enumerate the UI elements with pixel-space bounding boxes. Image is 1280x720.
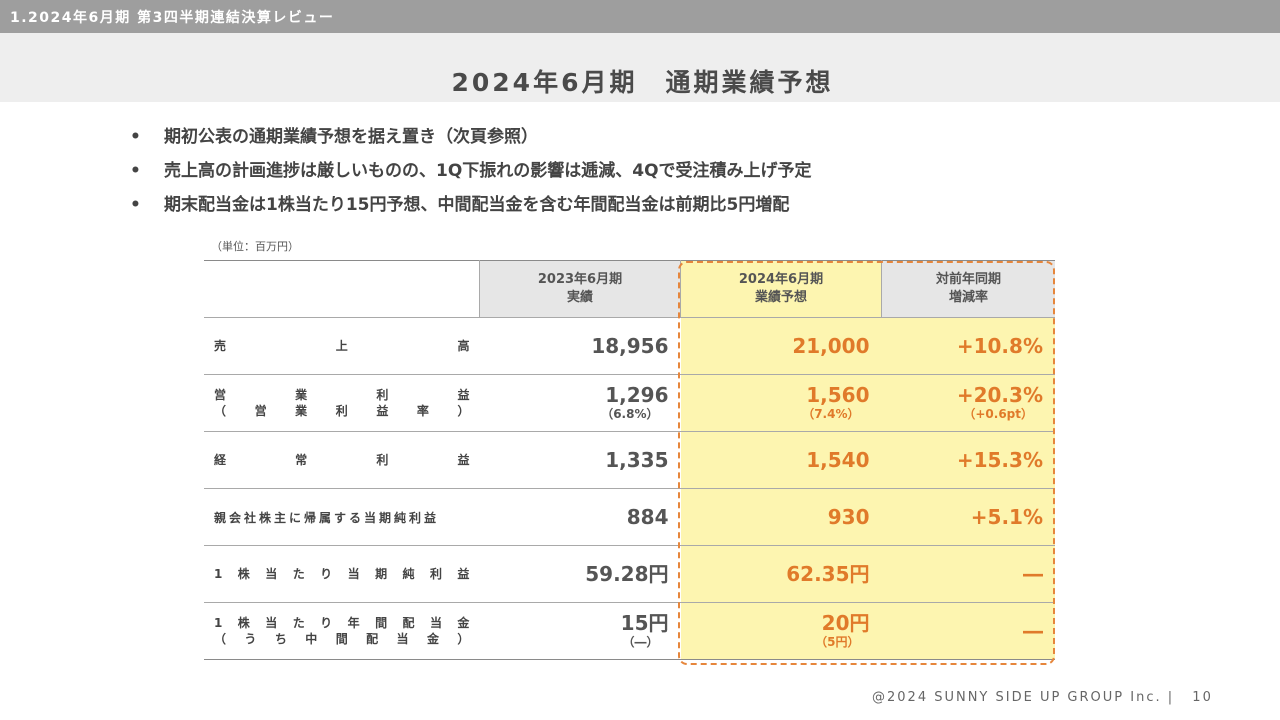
row-label: 経常利益 [204,431,480,489]
cell-change: +5.1% [881,488,1055,546]
section-bar: 1.2024年6月期 第3四半期連結決算レビュー [0,0,1280,33]
footer-separator: | [1167,690,1175,705]
row-label: 親会社株主に帰属する当期純利益 [204,488,480,546]
header-actual-2023: 2023年6月期 実績 [479,260,681,318]
page-title: 2024年6月期 通期業績予想 [451,68,834,97]
copyright: @2024 SUNNY SIDE UP GROUP Inc. [872,690,1162,705]
cell-change: +10.8% [881,317,1055,375]
section-title: 1.2024年6月期 第3四半期連結決算レビュー [10,10,335,26]
cell-change: ― [881,545,1055,603]
table-row-operating-profit: 営業利益 （営業利益率） 1,296 （6.8%） 1,560 （7.4%） +20… [204,374,1055,432]
table-header-row: 2023年6月期 実績 2024年6月期 業績予想 対前年同期 増減率 [204,260,1055,318]
cell-actual: 1,335 [479,431,681,489]
table-row-dividend: 1株当たり年間配当金 （うち中間配当金） 15円 （―） 20円 （5円） ― [204,602,1055,660]
row-label: 1株当たり年間配当金 （うち中間配当金） [204,602,480,660]
forecast-table: 2023年6月期 実績 2024年6月期 業績予想 対前年同期 増減率 売上高 … [204,260,1055,660]
table-row-eps: 1株当たり当期純利益 59.28円 62.35円 ― [204,545,1055,603]
table-row-ordinary-profit: 経常利益 1,335 1,540 +15.3% [204,431,1055,489]
bullet-item: • 期末配当金は1株当たり15円予想、中間配当金を含む年間配当金は前期比5円増配 [130,192,812,226]
unit-note: （単位：百万円） [211,240,299,253]
bullet-dot-icon: • [130,127,141,147]
cell-actual: 18,956 [479,317,681,375]
footer: @2024 SUNNY SIDE UP GROUP Inc. | 10 [872,690,1213,705]
bullet-item: • 売上高の計画進捗は厳しいものの、1Q下振れの影響は逓減、4Qで受注積み上げ予定 [130,158,812,192]
cell-change: ― [881,602,1055,660]
cell-forecast: 20円 （5円） [680,602,882,660]
header-yoy-change: 対前年同期 増減率 [881,260,1055,318]
bullet-dot-icon: • [130,195,141,215]
cell-forecast: 21,000 [680,317,882,375]
bullet-item: • 期初公表の通期業績予想を据え置き（次頁参照） [130,124,812,158]
cell-change: +15.3% [881,431,1055,489]
cell-actual: 59.28円 [479,545,681,603]
page-number: 10 [1192,690,1213,705]
cell-forecast: 62.35円 [680,545,882,603]
header-forecast-2024: 2024年6月期 業績予想 [680,260,882,318]
bullet-dot-icon: • [130,161,141,181]
cell-actual: 884 [479,488,681,546]
cell-forecast: 930 [680,488,882,546]
cell-forecast: 1,540 [680,431,882,489]
table-row-net-income: 親会社株主に帰属する当期純利益 884 930 +5.1% [204,488,1055,546]
row-label: 売上高 [204,317,480,375]
cell-actual: 15円 （―） [479,602,681,660]
row-label: 1株当たり当期純利益 [204,545,480,603]
header-blank [204,260,480,318]
row-label: 営業利益 （営業利益率） [204,374,480,432]
cell-change: +20.3% （+0.6pt） [881,374,1055,432]
table-row-revenue: 売上高 18,956 21,000 +10.8% [204,317,1055,375]
cell-forecast: 1,560 （7.4%） [680,374,882,432]
cell-actual: 1,296 （6.8%） [479,374,681,432]
bullet-list: • 期初公表の通期業績予想を据え置き（次頁参照） • 売上高の計画進捗は厳しいものの… [130,124,812,226]
